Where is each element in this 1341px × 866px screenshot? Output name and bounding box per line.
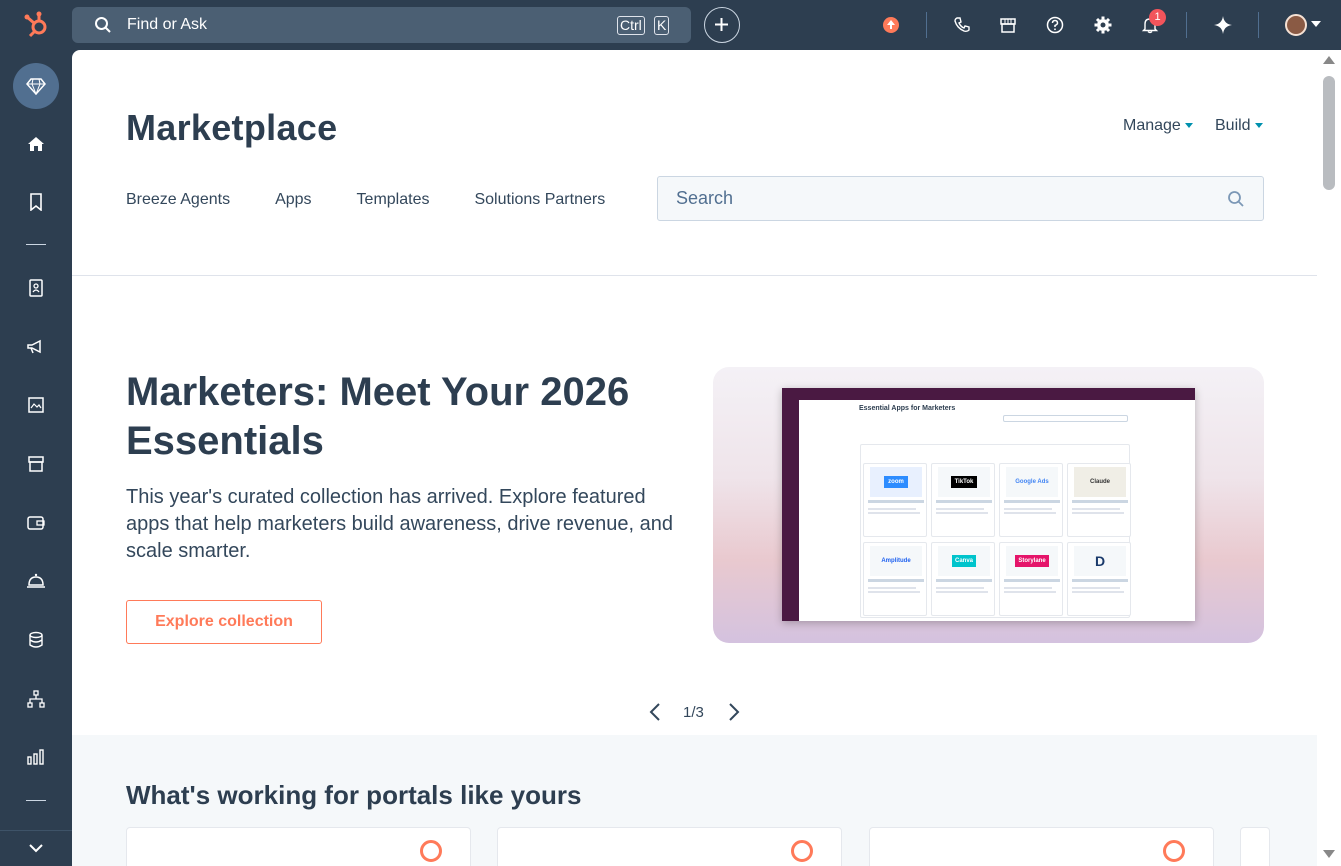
upgrade-icon[interactable] <box>879 13 903 37</box>
screenshot-app-tile: Claude <box>1067 463 1131 537</box>
automation-icon[interactable] <box>14 677 58 721</box>
help-icon[interactable] <box>1043 13 1067 37</box>
sidebar-divider <box>26 244 46 245</box>
scroll-up-arrow[interactable] <box>1323 56 1335 64</box>
phone-icon[interactable] <box>950 13 974 37</box>
search-icon <box>94 16 112 34</box>
storylane-logo: Storylane <box>1015 555 1049 567</box>
chevron-down-icon[interactable] <box>1311 21 1321 27</box>
sidebar-divider <box>26 800 46 801</box>
marketplace-search <box>657 176 1264 221</box>
screenshot-grid: zoom TikTok Google Ads Claude Amplitude … <box>860 444 1131 618</box>
global-search-bar[interactable]: Find or Ask Ctrl K <box>72 7 691 43</box>
hero-image[interactable]: Essential Apps for Marketers zoom TikTok… <box>713 367 1264 643</box>
marketplace-tabs: Breeze Agents Apps Templates Solutions P… <box>126 191 605 209</box>
sidebar-expand-button[interactable] <box>0 830 72 866</box>
tab-templates[interactable]: Templates <box>357 191 430 209</box>
global-search-label: Find or Ask <box>127 16 208 33</box>
marketplace-icon[interactable] <box>996 13 1020 37</box>
home-icon[interactable] <box>14 122 58 166</box>
screenshot-topbar <box>782 388 1195 400</box>
sparkle-icon[interactable] <box>1211 13 1235 37</box>
header-divider <box>72 275 1317 276</box>
screenshot-app-tile: Amplitude <box>863 542 927 616</box>
caret-down-icon <box>1254 123 1263 129</box>
caret-down-icon <box>1184 123 1193 129</box>
hubspot-badge-icon <box>1163 840 1185 862</box>
carousel-prev-button[interactable] <box>649 703 661 725</box>
screenshot-app-tile: Canva <box>931 542 995 616</box>
carousel-page-indicator: 1/3 <box>683 704 704 721</box>
screenshot-search <box>1003 415 1128 422</box>
canva-logo: Canva <box>951 555 976 567</box>
search-icon[interactable] <box>1227 190 1245 213</box>
left-sidebar <box>0 50 72 866</box>
hero-screenshot: Essential Apps for Marketers zoom TikTok… <box>782 388 1195 621</box>
nav-divider <box>1186 12 1187 38</box>
tab-breeze-agents[interactable]: Breeze Agents <box>126 191 230 209</box>
manage-menu-label: Manage <box>1123 117 1181 134</box>
screenshot-app-tile: Google Ads <box>999 463 1063 537</box>
build-menu[interactable]: Build <box>1215 117 1263 135</box>
reporting-icon[interactable] <box>14 735 58 779</box>
build-menu-label: Build <box>1215 117 1251 134</box>
marketplace-search-input[interactable] <box>676 188 1216 209</box>
shortcut-k-key: K <box>654 16 670 35</box>
screenshot-app-tile: D <box>1067 542 1131 616</box>
screenshot-app-tile: TikTok <box>931 463 995 537</box>
zoom-logo: zoom <box>884 476 908 488</box>
page-title: Marketplace <box>126 107 338 148</box>
screenshot-app-tile: Storylane <box>999 542 1063 616</box>
demandbase-logo: D <box>1094 553 1106 569</box>
main-content: Marketplace Manage Build Breeze Agents A… <box>72 50 1317 866</box>
shortcut-ctrl-key: Ctrl <box>617 16 645 35</box>
content-icon[interactable] <box>14 383 58 427</box>
hubspot-badge-icon <box>420 840 442 862</box>
tiktok-logo: TikTok <box>950 476 978 488</box>
amplitude-logo: Amplitude <box>881 558 911 564</box>
explore-collection-button[interactable]: Explore collection <box>126 600 322 644</box>
claude-logo: Claude <box>1089 479 1110 485</box>
google-ads-logo: Google Ads <box>1015 479 1049 485</box>
page-scrollbar[interactable] <box>1317 50 1341 866</box>
sales-icon[interactable] <box>14 501 58 545</box>
carousel-next-button[interactable] <box>728 703 740 725</box>
chevron-down-icon <box>28 840 44 858</box>
hero-title: Marketers: Meet Your 2026 Essentials <box>126 370 630 463</box>
create-new-button[interactable] <box>704 7 740 43</box>
tab-solutions-partners[interactable]: Solutions Partners <box>474 191 605 209</box>
bookmark-icon[interactable] <box>14 180 58 224</box>
recommendation-card[interactable] <box>869 827 1214 866</box>
recommendation-card[interactable] <box>1240 827 1270 866</box>
hero-description: This year's curated collection has arriv… <box>126 486 673 562</box>
tab-apps[interactable]: Apps <box>275 191 311 209</box>
screenshot-app-tile: zoom <box>863 463 927 537</box>
notification-count-badge: 1 <box>1149 9 1166 26</box>
commerce-icon[interactable] <box>14 442 58 486</box>
top-navigation: Find or Ask Ctrl K 1 <box>0 0 1341 50</box>
screenshot-sidebar <box>782 400 799 621</box>
scrollbar-thumb[interactable] <box>1323 76 1335 190</box>
section-title: What's working for portals like yours <box>126 780 582 810</box>
marketing-icon[interactable] <box>14 325 58 369</box>
nav-divider <box>926 12 927 38</box>
service-icon[interactable] <box>14 559 58 603</box>
hubspot-badge-icon <box>791 840 813 862</box>
hubspot-logo-icon[interactable] <box>22 10 52 40</box>
recommendation-card[interactable] <box>126 827 471 866</box>
scroll-down-arrow[interactable] <box>1323 850 1335 858</box>
data-icon[interactable] <box>14 618 58 662</box>
recommendation-card[interactable] <box>497 827 842 866</box>
nav-divider <box>1258 12 1259 38</box>
recommendations-section: What's working for portals like yours <box>72 735 1317 866</box>
settings-icon[interactable] <box>1091 13 1115 37</box>
contacts-icon[interactable] <box>14 266 58 310</box>
gem-icon[interactable] <box>13 63 59 109</box>
user-avatar[interactable] <box>1285 14 1307 36</box>
screenshot-title: Essential Apps for Marketers <box>859 405 956 412</box>
manage-menu[interactable]: Manage <box>1123 117 1193 135</box>
